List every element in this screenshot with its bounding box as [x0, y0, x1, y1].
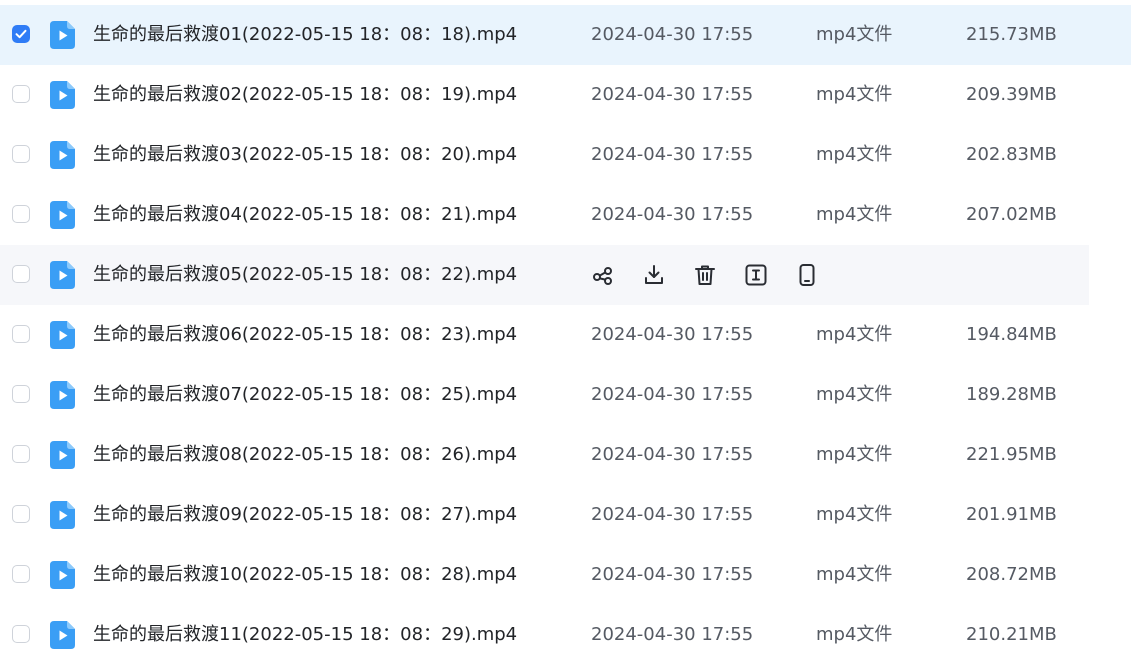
file-modified-date: 2024-04-30 17:55: [591, 204, 754, 225]
file-type: mp4文件: [816, 444, 893, 465]
share-button[interactable]: [591, 263, 615, 287]
download-icon: [645, 265, 663, 284]
file-name[interactable]: 生命的最后救渡06(2022-05-15 18：08：23).mp4: [93, 305, 517, 365]
file-row[interactable]: 生命的最后救渡02(2022-05-15 18：08：19).mp4 2024-…: [0, 65, 1131, 125]
file-size: 209.39MB: [966, 84, 1057, 105]
video-file-icon: [50, 201, 75, 229]
rename-icon: [745, 264, 767, 286]
file-type: mp4文件: [816, 84, 893, 105]
file-name[interactable]: 生命的最后救渡02(2022-05-15 18：08：19).mp4: [93, 65, 517, 125]
row-checkbox[interactable]: [12, 145, 30, 163]
video-file-icon: [50, 21, 75, 49]
video-file-icon: [50, 441, 75, 469]
video-file-icon: [50, 141, 75, 169]
file-type: mp4文件: [816, 24, 893, 45]
file-type: mp4文件: [816, 504, 893, 525]
file-name[interactable]: 生命的最后救渡07(2022-05-15 18：08：25).mp4: [93, 365, 517, 425]
video-file-icon: [50, 501, 75, 529]
file-size: 215.73MB: [966, 24, 1057, 45]
file-size: 210.21MB: [966, 624, 1057, 645]
file-name[interactable]: 生命的最后救渡04(2022-05-15 18：08：21).mp4: [93, 185, 517, 245]
share-icon: [593, 267, 612, 285]
file-row[interactable]: 生命的最后救渡11(2022-05-15 18：08：29).mp4 2024-…: [0, 605, 1131, 665]
file-size: 208.72MB: [966, 564, 1057, 585]
video-file-icon: [50, 81, 75, 109]
delete-icon: [695, 265, 715, 285]
video-file-icon: [50, 621, 75, 649]
file-row[interactable]: 生命的最后救渡10(2022-05-15 18：08：28).mp4 2024-…: [0, 545, 1131, 605]
file-modified-date: 2024-04-30 17:55: [591, 504, 754, 525]
file-modified-date: 2024-04-30 17:55: [591, 324, 754, 345]
row-checkbox[interactable]: [12, 85, 30, 103]
file-name[interactable]: 生命的最后救渡09(2022-05-15 18：08：27).mp4: [93, 485, 517, 545]
file-row[interactable]: 生命的最后救渡01(2022-05-15 18：08：18).mp4 2024-…: [0, 5, 1131, 65]
file-type: mp4文件: [816, 564, 893, 585]
row-checkbox[interactable]: [12, 205, 30, 223]
row-checkbox[interactable]: [12, 385, 30, 403]
file-size: 202.83MB: [966, 144, 1057, 165]
row-checkbox[interactable]: [12, 625, 30, 643]
video-file-icon: [50, 261, 75, 289]
send-to-phone-icon: [799, 264, 815, 286]
file-size: 194.84MB: [966, 324, 1057, 345]
video-file-icon: [50, 381, 75, 409]
check-icon: [15, 29, 27, 39]
file-name[interactable]: 生命的最后救渡10(2022-05-15 18：08：28).mp4: [93, 545, 517, 605]
row-checkbox[interactable]: [12, 565, 30, 583]
file-type: mp4文件: [816, 144, 893, 165]
file-modified-date: 2024-04-30 17:55: [591, 624, 754, 645]
file-row[interactable]: 生命的最后救渡07(2022-05-15 18：08：25).mp4 2024-…: [0, 365, 1131, 425]
rename-button[interactable]: [744, 263, 768, 287]
row-checkbox[interactable]: [12, 325, 30, 343]
file-name[interactable]: 生命的最后救渡08(2022-05-15 18：08：26).mp4: [93, 425, 517, 485]
file-modified-date: 2024-04-30 17:55: [591, 24, 754, 45]
file-modified-date: 2024-04-30 17:55: [591, 564, 754, 585]
download-button[interactable]: [642, 263, 666, 287]
file-row[interactable]: 生命的最后救渡09(2022-05-15 18：08：27).mp4 2024-…: [0, 485, 1131, 545]
file-size: 201.91MB: [966, 504, 1057, 525]
file-modified-date: 2024-04-30 17:55: [591, 384, 754, 405]
file-row[interactable]: 生命的最后救渡03(2022-05-15 18：08：20).mp4 2024-…: [0, 125, 1131, 185]
file-row[interactable]: 生命的最后救渡06(2022-05-15 18：08：23).mp4 2024-…: [0, 305, 1131, 365]
file-modified-date: 2024-04-30 17:55: [591, 84, 754, 105]
file-modified-date: 2024-04-30 17:55: [591, 144, 754, 165]
row-checkbox[interactable]: [12, 505, 30, 523]
file-size: 207.02MB: [966, 204, 1057, 225]
file-name[interactable]: 生命的最后救渡05(2022-05-15 18：08：22).mp4: [93, 245, 517, 305]
file-list: 生命的最后救渡01(2022-05-15 18：08：18).mp4 2024-…: [0, 5, 1131, 665]
row-checkbox[interactable]: [12, 25, 30, 43]
file-name[interactable]: 生命的最后救渡01(2022-05-15 18：08：18).mp4: [93, 5, 517, 65]
file-row[interactable]: 生命的最后救渡04(2022-05-15 18：08：21).mp4 2024-…: [0, 185, 1131, 245]
file-type: mp4文件: [816, 324, 893, 345]
file-modified-date: 2024-04-30 17:55: [591, 444, 754, 465]
file-name[interactable]: 生命的最后救渡03(2022-05-15 18：08：20).mp4: [93, 125, 517, 185]
file-type: mp4文件: [816, 204, 893, 225]
delete-button[interactable]: [693, 263, 717, 287]
video-file-icon: [50, 561, 75, 589]
file-size: 189.28MB: [966, 384, 1057, 405]
file-name[interactable]: 生命的最后救渡11(2022-05-15 18：08：29).mp4: [93, 605, 517, 665]
row-checkbox[interactable]: [12, 445, 30, 463]
file-row[interactable]: 生命的最后救渡05(2022-05-15 18：08：22).mp4: [0, 245, 1089, 305]
file-row[interactable]: 生命的最后救渡08(2022-05-15 18：08：26).mp4 2024-…: [0, 425, 1131, 485]
file-type: mp4文件: [816, 624, 893, 645]
file-size: 221.95MB: [966, 444, 1057, 465]
video-file-icon: [50, 321, 75, 349]
file-type: mp4文件: [816, 384, 893, 405]
send-to-phone-button[interactable]: [795, 263, 819, 287]
row-checkbox[interactable]: [12, 265, 30, 283]
